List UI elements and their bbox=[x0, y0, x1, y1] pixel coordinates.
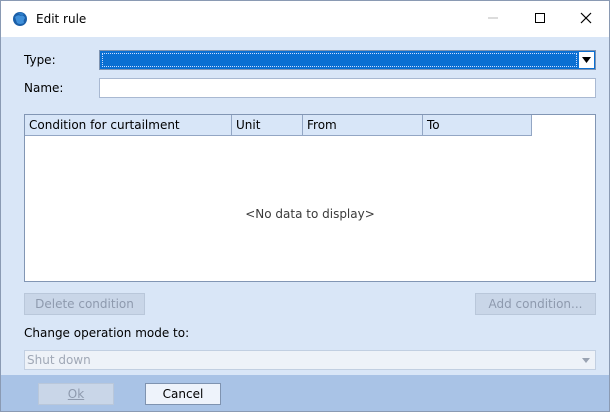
mode-label: Change operation mode to: bbox=[24, 326, 190, 340]
edit-rule-dialog: Edit rule Type: Name: Condition for curt… bbox=[0, 0, 610, 412]
column-header-condition[interactable]: Condition for curtailment bbox=[25, 115, 232, 135]
cancel-button[interactable]: Cancel bbox=[145, 383, 221, 405]
minimize-button[interactable] bbox=[470, 1, 516, 35]
minimize-icon bbox=[488, 17, 498, 19]
dialog-footer: Ok Cancel bbox=[1, 375, 609, 411]
column-header-unit[interactable]: Unit bbox=[232, 115, 303, 135]
type-dropdown-button[interactable] bbox=[579, 52, 594, 68]
add-condition-button[interactable]: Add condition... bbox=[475, 293, 596, 315]
grid-header: Condition for curtailment Unit From To bbox=[25, 115, 532, 136]
column-header-from[interactable]: From bbox=[303, 115, 423, 135]
title-bar[interactable]: Edit rule bbox=[1, 1, 609, 37]
ok-button[interactable]: Ok bbox=[38, 383, 114, 405]
type-select-value bbox=[102, 53, 577, 67]
conditions-grid[interactable]: Condition for curtailment Unit From To <… bbox=[24, 114, 596, 282]
name-label: Name: bbox=[24, 81, 64, 95]
operation-mode-value: Shut down bbox=[27, 353, 91, 367]
delete-condition-button[interactable]: Delete condition bbox=[24, 293, 145, 315]
column-header-to[interactable]: To bbox=[423, 115, 532, 135]
empty-grid-message: <No data to display> bbox=[245, 207, 375, 221]
operation-mode-select[interactable]: Shut down bbox=[24, 350, 596, 370]
name-input[interactable] bbox=[99, 78, 596, 98]
maximize-icon bbox=[535, 13, 545, 23]
close-icon bbox=[580, 12, 592, 24]
maximize-button[interactable] bbox=[517, 1, 563, 35]
dialog-body: Type: Name: Condition for curtailment Un… bbox=[1, 37, 609, 375]
type-label: Type: bbox=[24, 53, 56, 67]
dropdown-arrow-icon bbox=[582, 57, 591, 63]
close-button[interactable] bbox=[563, 1, 609, 35]
window-title: Edit rule bbox=[36, 12, 87, 26]
dropdown-arrow-icon bbox=[582, 358, 590, 363]
ok-button-label: Ok bbox=[67, 387, 85, 401]
app-globe-icon bbox=[13, 12, 27, 26]
type-select[interactable] bbox=[99, 50, 596, 70]
